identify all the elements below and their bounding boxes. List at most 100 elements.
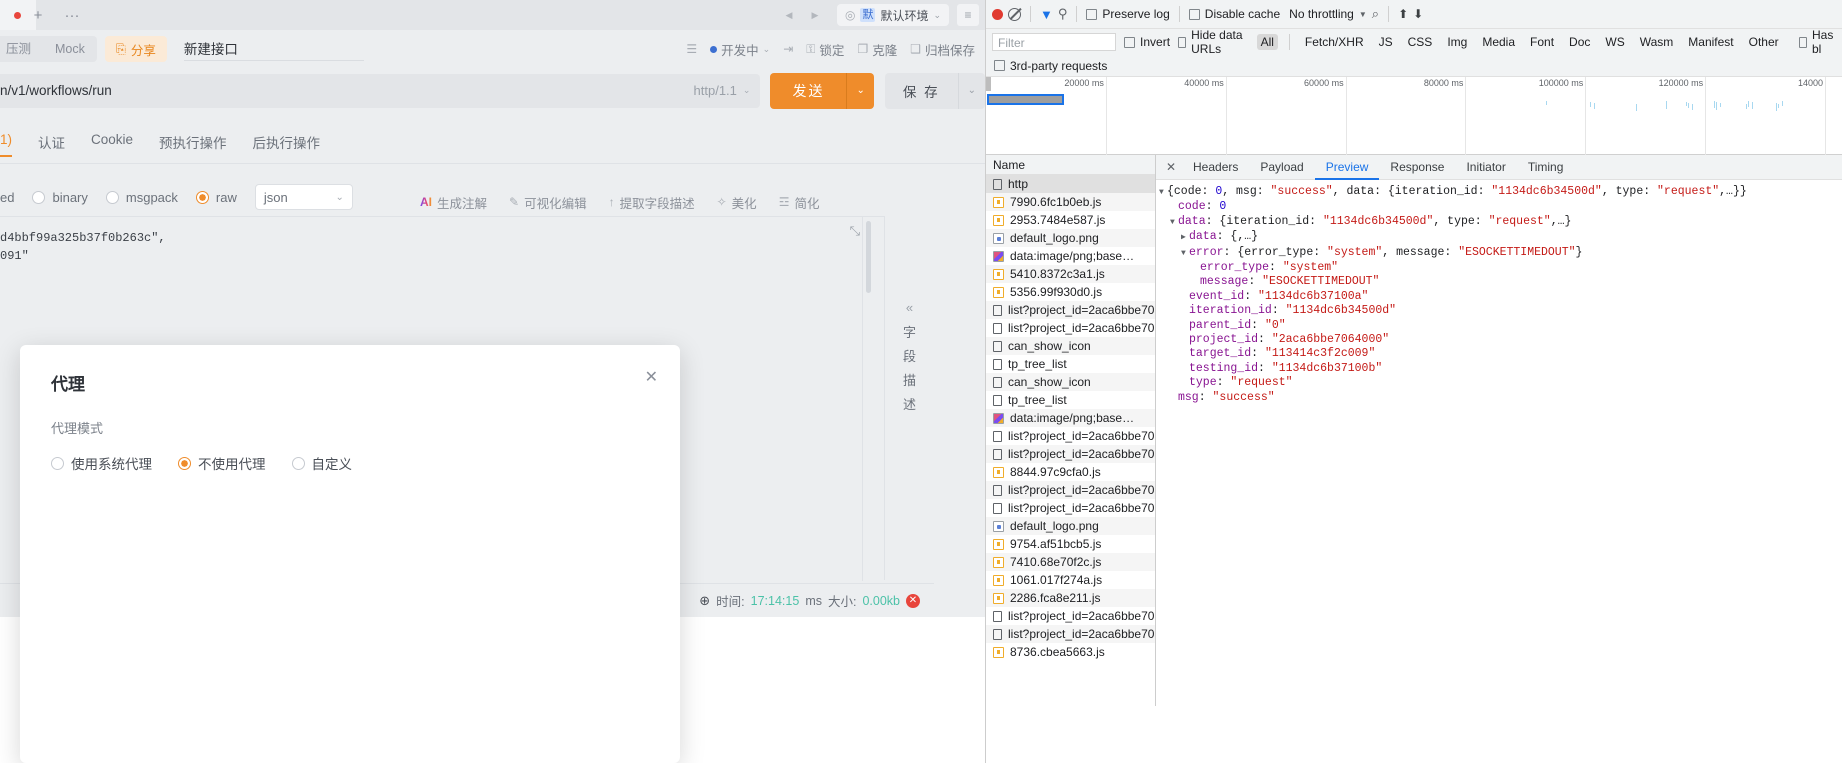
request-row[interactable]: can_show_icon (986, 373, 1155, 391)
body-type-option-3[interactable]: raw (195, 190, 237, 205)
editor-action-3[interactable]: ✧ 美化 (717, 193, 757, 212)
hide-data-urls-checkbox[interactable]: Hide data URLs (1178, 28, 1249, 56)
proxy-mode-option-1[interactable]: 不使用代理 (178, 453, 266, 473)
request-row[interactable]: list?project_id=2aca6bbe7064… (986, 481, 1155, 499)
throttling-value[interactable]: No throttling (1289, 7, 1354, 21)
mock-pill[interactable]: Mock (43, 36, 97, 62)
send-dropdown-icon[interactable]: ⌄ (846, 72, 873, 109)
request-row[interactable]: tp_tree_list (986, 355, 1155, 373)
json-line[interactable]: type: "request" (1159, 376, 1842, 390)
export-har-icon[interactable]: ⬇ (1413, 7, 1423, 21)
request-row[interactable]: 2286.fca8e211.js (986, 589, 1155, 607)
protocol-selector[interactable]: http/1.1 ⌄ (694, 83, 751, 98)
tree-icon[interactable]: ⇥ (783, 42, 793, 56)
triangle-down-icon[interactable]: ▼ (1170, 216, 1178, 230)
request-row[interactable]: list?project_id=2aca6bbe7064… (986, 445, 1155, 463)
detail-tab-payload[interactable]: Payload (1249, 155, 1314, 180)
network-overview-timeline[interactable]: 20000 ms 40000 ms 60000 ms 80000 ms 100000 m… (986, 77, 1842, 155)
type-filter-ws[interactable]: WS (1601, 34, 1628, 50)
disable-cache-checkbox[interactable]: Disable cache (1188, 7, 1280, 21)
triangle-right-icon[interactable]: ▶ (1181, 231, 1189, 245)
request-row[interactable]: default_logo.png (986, 229, 1155, 247)
json-line[interactable]: ▼ {code: 0, msg: "success", data: {iterat… (1159, 185, 1842, 200)
request-row[interactable]: http (986, 175, 1155, 193)
section-tab-3[interactable]: 预执行操作 (159, 132, 227, 160)
request-list[interactable]: Name http 7990.6fc1b0eb.js 2953.7484e587.j… (986, 155, 1156, 706)
type-filter-css[interactable]: CSS (1404, 34, 1437, 50)
proxy-mode-option-2[interactable]: 自定义 (291, 453, 352, 473)
timeline-grip[interactable] (986, 77, 991, 91)
section-tab-2[interactable]: Cookie (91, 132, 133, 155)
sort-icon[interactable]: ☰ (686, 42, 697, 56)
environment-selector[interactable]: ◎ 默 默认环境 ⌄ (836, 4, 949, 26)
proxy-mode-option-0[interactable]: 使用系统代理 (51, 453, 152, 473)
record-icon[interactable] (992, 8, 1003, 20)
json-line[interactable]: ▼ data: {iteration_id: "1134dc6b34500d", … (1159, 215, 1842, 230)
type-filter-media[interactable]: Media (1478, 34, 1519, 50)
json-line[interactable]: target_id: "113414c3f2c009" (1159, 347, 1842, 361)
url-input[interactable]: n/v1/workflows/run http/1.1 ⌄ (0, 73, 761, 108)
clone-button[interactable]: ❐ 克隆 (857, 40, 897, 59)
new-tab-button[interactable]: + (21, 0, 55, 30)
field-description-rail[interactable]: « 字段描述 (884, 216, 934, 580)
request-row[interactable]: list?project_id=2aca6bbe7064… (986, 319, 1155, 337)
send-button[interactable]: 发送 ⌄ (770, 72, 874, 109)
type-filter-doc[interactable]: Doc (1565, 34, 1594, 50)
request-row[interactable]: 5356.99f930d0.js (986, 283, 1155, 301)
editor-action-0[interactable]: AI 生成注解 (420, 193, 487, 212)
request-row[interactable]: 7990.6fc1b0eb.js (986, 193, 1155, 211)
request-row[interactable]: list?project_id=2aca6bbe7064… (986, 607, 1155, 625)
request-row[interactable]: 8736.cbea5663.js (986, 643, 1155, 661)
type-filter-fetch-xhr[interactable]: Fetch/XHR (1301, 34, 1368, 50)
request-row[interactable]: tp_tree_list (986, 391, 1155, 409)
status-selector[interactable]: 开发中 ⌄ (710, 40, 770, 59)
close-icon[interactable]: ✕ (645, 367, 658, 387)
import-har-icon[interactable]: ⬆ (1398, 7, 1408, 21)
detail-tab-timing[interactable]: Timing (1517, 155, 1575, 180)
request-row[interactable]: data:image/png;base… (986, 247, 1155, 265)
timeline-selection[interactable] (987, 94, 1064, 105)
request-row[interactable]: can_show_icon (986, 337, 1155, 355)
section-tab-0[interactable]: 1) (0, 132, 13, 157)
request-row[interactable]: list?project_id=2aca6bbe7064… (986, 499, 1155, 517)
type-filter-img[interactable]: Img (1443, 34, 1471, 50)
json-line[interactable]: event_id: "1134dc6b37100a" (1159, 290, 1842, 304)
request-row[interactable]: 7410.68e70f2c.js (986, 553, 1155, 571)
request-row[interactable]: 9754.af51bcb5.js (986, 535, 1155, 553)
request-row[interactable]: list?project_id=2aca6bbe7064… (986, 427, 1155, 445)
editor-scrollbar[interactable] (866, 221, 871, 293)
editor-action-4[interactable]: ☲ 简化 (779, 193, 820, 212)
detail-tab-preview[interactable]: Preview (1315, 155, 1380, 180)
request-row[interactable]: list?project_id=2aca6bbe7064… (986, 625, 1155, 643)
request-list-header[interactable]: Name (986, 155, 1155, 175)
json-line[interactable]: testing_id: "1134dc6b37100b" (1159, 362, 1842, 376)
detail-tab-headers[interactable]: Headers (1182, 155, 1249, 180)
lock-button[interactable]: ⚿ 锁定 (806, 40, 844, 59)
network-conditions-icon[interactable]: ⌕ (1372, 6, 1379, 22)
type-filter-wasm[interactable]: Wasm (1636, 34, 1678, 50)
body-type-option-2[interactable]: msgpack (105, 190, 178, 205)
request-row[interactable]: data:image/png;base… (986, 409, 1155, 427)
type-filter-all[interactable]: All (1256, 34, 1278, 50)
clear-icon[interactable] (1008, 7, 1021, 21)
menu-icon[interactable]: ≡ (957, 4, 979, 26)
search-icon[interactable]: ⚲ (1058, 6, 1068, 22)
collapse-chevron-icon[interactable]: « (906, 300, 913, 315)
editor-action-1[interactable]: ✎ 可视化编辑 (509, 193, 587, 212)
triangle-down-icon[interactable]: ▼ (1159, 186, 1167, 200)
checkbox-icon[interactable] (994, 60, 1005, 71)
body-type-option-1[interactable]: binary (32, 190, 88, 205)
stress-test-pill[interactable]: 压测 (0, 36, 43, 62)
error-icon[interactable]: ✕ (906, 593, 920, 608)
has-blocked-checkbox[interactable]: Has bl (1798, 28, 1836, 56)
invert-checkbox[interactable]: Invert (1124, 35, 1170, 49)
nav-forward-icon[interactable]: ▶ (803, 3, 827, 27)
json-line[interactable]: parent_id: "0" (1159, 319, 1842, 333)
interface-name-input[interactable]: 新建接口 (183, 38, 364, 61)
json-line[interactable]: ▶ data: {,…} (1159, 230, 1842, 245)
preserve-log-checkbox[interactable]: Preserve log (1086, 7, 1170, 21)
chevron-down-icon[interactable]: ▼ (1359, 10, 1367, 19)
triangle-down-icon[interactable]: ▼ (1181, 247, 1189, 261)
json-line[interactable]: code: 0 (1159, 200, 1842, 214)
json-line[interactable]: ▼ error: {error_type: "system", message: … (1159, 246, 1842, 261)
